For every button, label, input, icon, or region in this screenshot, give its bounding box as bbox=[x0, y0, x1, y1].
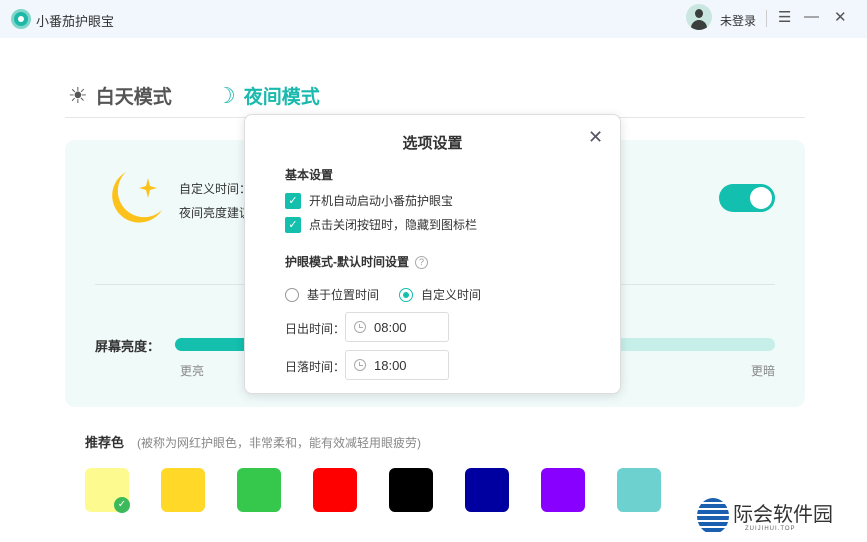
divider bbox=[766, 10, 767, 27]
radio-custom-time[interactable]: 自定义时间 bbox=[399, 286, 481, 303]
tab-day-mode[interactable]: ☀ 白天模式 bbox=[68, 82, 172, 109]
sunset-time-input[interactable]: 18:00 bbox=[345, 350, 449, 380]
close-icon[interactable]: ✕ bbox=[834, 8, 847, 26]
menu-icon[interactable]: ☰ bbox=[778, 8, 791, 26]
sunset-label: 日落时间： bbox=[285, 358, 345, 375]
time-value: 18:00 bbox=[374, 358, 407, 373]
help-icon[interactable]: ? bbox=[415, 256, 428, 269]
heading-text: 护眼模式-默认时间设置 bbox=[285, 255, 409, 269]
tab-label: 白天模式 bbox=[96, 82, 172, 109]
checkbox-label: 点击关闭按钮时，隐藏到图标栏 bbox=[309, 216, 477, 233]
radio-location-time[interactable]: 基于位置时间 bbox=[285, 286, 379, 303]
tab-label: 夜间模式 bbox=[244, 82, 320, 109]
basic-settings-heading: 基本设置 bbox=[285, 166, 333, 183]
color-swatch[interactable] bbox=[465, 468, 509, 512]
color-swatch[interactable] bbox=[237, 468, 281, 512]
darker-label: 更暗 bbox=[751, 362, 775, 379]
minimize-icon[interactable]: — bbox=[804, 8, 819, 25]
time-value: 08:00 bbox=[374, 320, 407, 335]
moon-icon: ☽ bbox=[216, 83, 236, 109]
clock-icon bbox=[354, 321, 366, 333]
time-settings-heading: 护眼模式-默认时间设置? bbox=[285, 253, 428, 270]
clock-icon bbox=[354, 359, 366, 371]
checkbox-label: 开机自动启动小番茄护眼宝 bbox=[309, 192, 453, 209]
title-bar: 小番茄护眼宝 未登录 ☰ — ✕ bbox=[0, 0, 867, 38]
autostart-checkbox[interactable]: ✓ 开机自动启动小番茄护眼宝 bbox=[285, 192, 453, 209]
selected-check-icon: ✓ bbox=[114, 497, 130, 513]
night-desc-time: 自定义时间： bbox=[179, 180, 251, 197]
radio-label: 自定义时间 bbox=[421, 286, 481, 303]
color-swatch[interactable] bbox=[541, 468, 585, 512]
radio-label: 基于位置时间 bbox=[307, 286, 379, 303]
radio-unchecked-icon bbox=[285, 288, 299, 302]
color-swatch[interactable] bbox=[389, 468, 433, 512]
avatar[interactable] bbox=[686, 4, 712, 30]
recommend-label: 推荐色 bbox=[85, 432, 124, 451]
globe-logo-icon bbox=[697, 498, 729, 534]
checkbox-checked-icon: ✓ bbox=[285, 217, 301, 233]
night-mode-toggle[interactable] bbox=[719, 184, 775, 212]
dialog-close-icon[interactable]: ✕ bbox=[588, 127, 603, 148]
options-dialog: 选项设置 ✕ 基本设置 ✓ 开机自动启动小番茄护眼宝 ✓ 点击关闭按钮时，隐藏到… bbox=[244, 114, 621, 394]
app-title: 小番茄护眼宝 bbox=[36, 11, 114, 30]
color-swatch[interactable] bbox=[617, 468, 661, 512]
sun-icon: ☀ bbox=[68, 83, 88, 109]
sunrise-label: 日出时间： bbox=[285, 320, 345, 337]
night-desc-brightness: 夜间亮度建议 bbox=[179, 204, 251, 221]
sunrise-time-input[interactable]: 08:00 bbox=[345, 312, 449, 342]
watermark-text: 际会软件园 bbox=[733, 498, 833, 527]
checkbox-checked-icon: ✓ bbox=[285, 193, 301, 209]
brighter-label: 更亮 bbox=[180, 362, 204, 379]
crescent-moon-icon bbox=[104, 170, 162, 226]
watermark-sub: ZUIJIHUI.TOP bbox=[745, 526, 796, 532]
login-link[interactable]: 未登录 bbox=[720, 12, 756, 29]
tab-night-mode[interactable]: ☽ 夜间模式 bbox=[216, 82, 320, 109]
app-logo-icon bbox=[11, 9, 31, 29]
color-swatch[interactable] bbox=[161, 468, 205, 512]
color-swatch[interactable] bbox=[313, 468, 357, 512]
brightness-label: 屏幕亮度： bbox=[95, 336, 160, 355]
hide-to-tray-checkbox[interactable]: ✓ 点击关闭按钮时，隐藏到图标栏 bbox=[285, 216, 477, 233]
dialog-title: 选项设置 bbox=[245, 132, 620, 153]
radio-checked-icon bbox=[399, 288, 413, 302]
recommend-subtitle: (被称为网红护眼色，非常柔和，能有效减轻用眼疲劳) bbox=[137, 434, 421, 451]
